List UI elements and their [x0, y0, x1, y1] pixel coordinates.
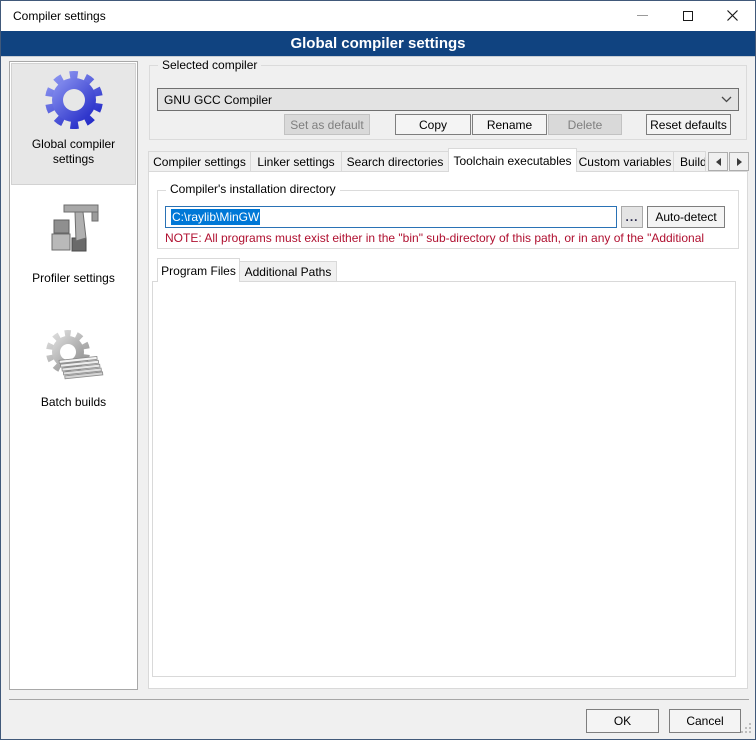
bin-subdirectory-note: NOTE: All programs must exist either in … [165, 231, 735, 245]
selected-compiler-legend: Selected compiler [158, 58, 261, 72]
minimize-button[interactable] [620, 1, 665, 30]
minimize-icon [637, 15, 648, 16]
cancel-button[interactable]: Cancel [669, 709, 741, 733]
tab-custom-variables[interactable]: Custom variables [576, 151, 674, 172]
tab-additional-paths[interactable]: Additional Paths [239, 261, 337, 282]
tab-scroll-left-button[interactable] [708, 152, 728, 171]
rename-button[interactable]: Rename [472, 114, 547, 135]
ok-button[interactable]: OK [586, 709, 659, 733]
sidebar-item-batch-builds[interactable]: Batch builds [11, 320, 136, 420]
installation-directory-legend: Compiler's installation directory [166, 182, 340, 196]
installation-directory-input[interactable]: C:\raylib\MinGW [165, 206, 617, 228]
close-button[interactable] [710, 1, 755, 30]
tab-build-options-truncated[interactable]: Build options [673, 151, 706, 172]
close-icon [727, 10, 738, 21]
tab-compiler-settings[interactable]: Compiler settings [148, 151, 251, 172]
tab-search-directories[interactable]: Search directories [341, 151, 449, 172]
sidebar-item-label: Batch builds [11, 395, 136, 410]
arrow-right-icon [737, 158, 742, 166]
compiler-select-value: GNU GCC Compiler [164, 93, 721, 107]
batch-builds-icon [42, 377, 106, 391]
tab-linker-settings[interactable]: Linker settings [250, 151, 342, 172]
settings-sidebar: Global compiler settings Profiler settin… [9, 61, 138, 690]
delete-button[interactable]: Delete [548, 114, 622, 135]
dialog-header: Global compiler settings [1, 31, 755, 57]
maximize-button[interactable] [665, 1, 710, 30]
installation-directory-value: C:\raylib\MinGW [171, 209, 260, 225]
sidebar-item-global-compiler-settings[interactable]: Global compiler settings [11, 63, 136, 185]
compiler-select[interactable]: GNU GCC Compiler [157, 88, 739, 111]
profiler-caliper-icon [42, 253, 106, 267]
arrow-left-icon [716, 158, 721, 166]
window-title: Compiler settings [13, 9, 106, 23]
gear-blue-icon [42, 121, 106, 135]
sidebar-item-label: Profiler settings [11, 271, 136, 286]
set-as-default-button[interactable]: Set as default [284, 114, 370, 135]
compiler-settings-dialog: Compiler settings Global compiler settin… [0, 0, 756, 740]
reset-defaults-button[interactable]: Reset defaults [646, 114, 731, 135]
auto-detect-button[interactable]: Auto-detect [647, 206, 725, 228]
program-files-page [152, 281, 736, 677]
tab-program-files[interactable]: Program Files [157, 258, 240, 282]
dialog-header-title: Global compiler settings [290, 35, 465, 52]
sidebar-item-profiler-settings[interactable]: Profiler settings [11, 196, 136, 296]
tab-scroll-right-button[interactable] [729, 152, 749, 171]
sidebar-item-label: Global compiler settings [26, 137, 122, 167]
resize-grip[interactable] [740, 722, 752, 737]
chevron-down-icon [721, 96, 732, 103]
copy-button[interactable]: Copy [395, 114, 471, 135]
footer-divider [9, 699, 749, 700]
maximize-icon [683, 11, 693, 21]
installation-browse-button[interactable]: ... [621, 206, 643, 228]
tab-toolchain-executables[interactable]: Toolchain executables [448, 148, 577, 172]
title-bar: Compiler settings [1, 1, 755, 31]
